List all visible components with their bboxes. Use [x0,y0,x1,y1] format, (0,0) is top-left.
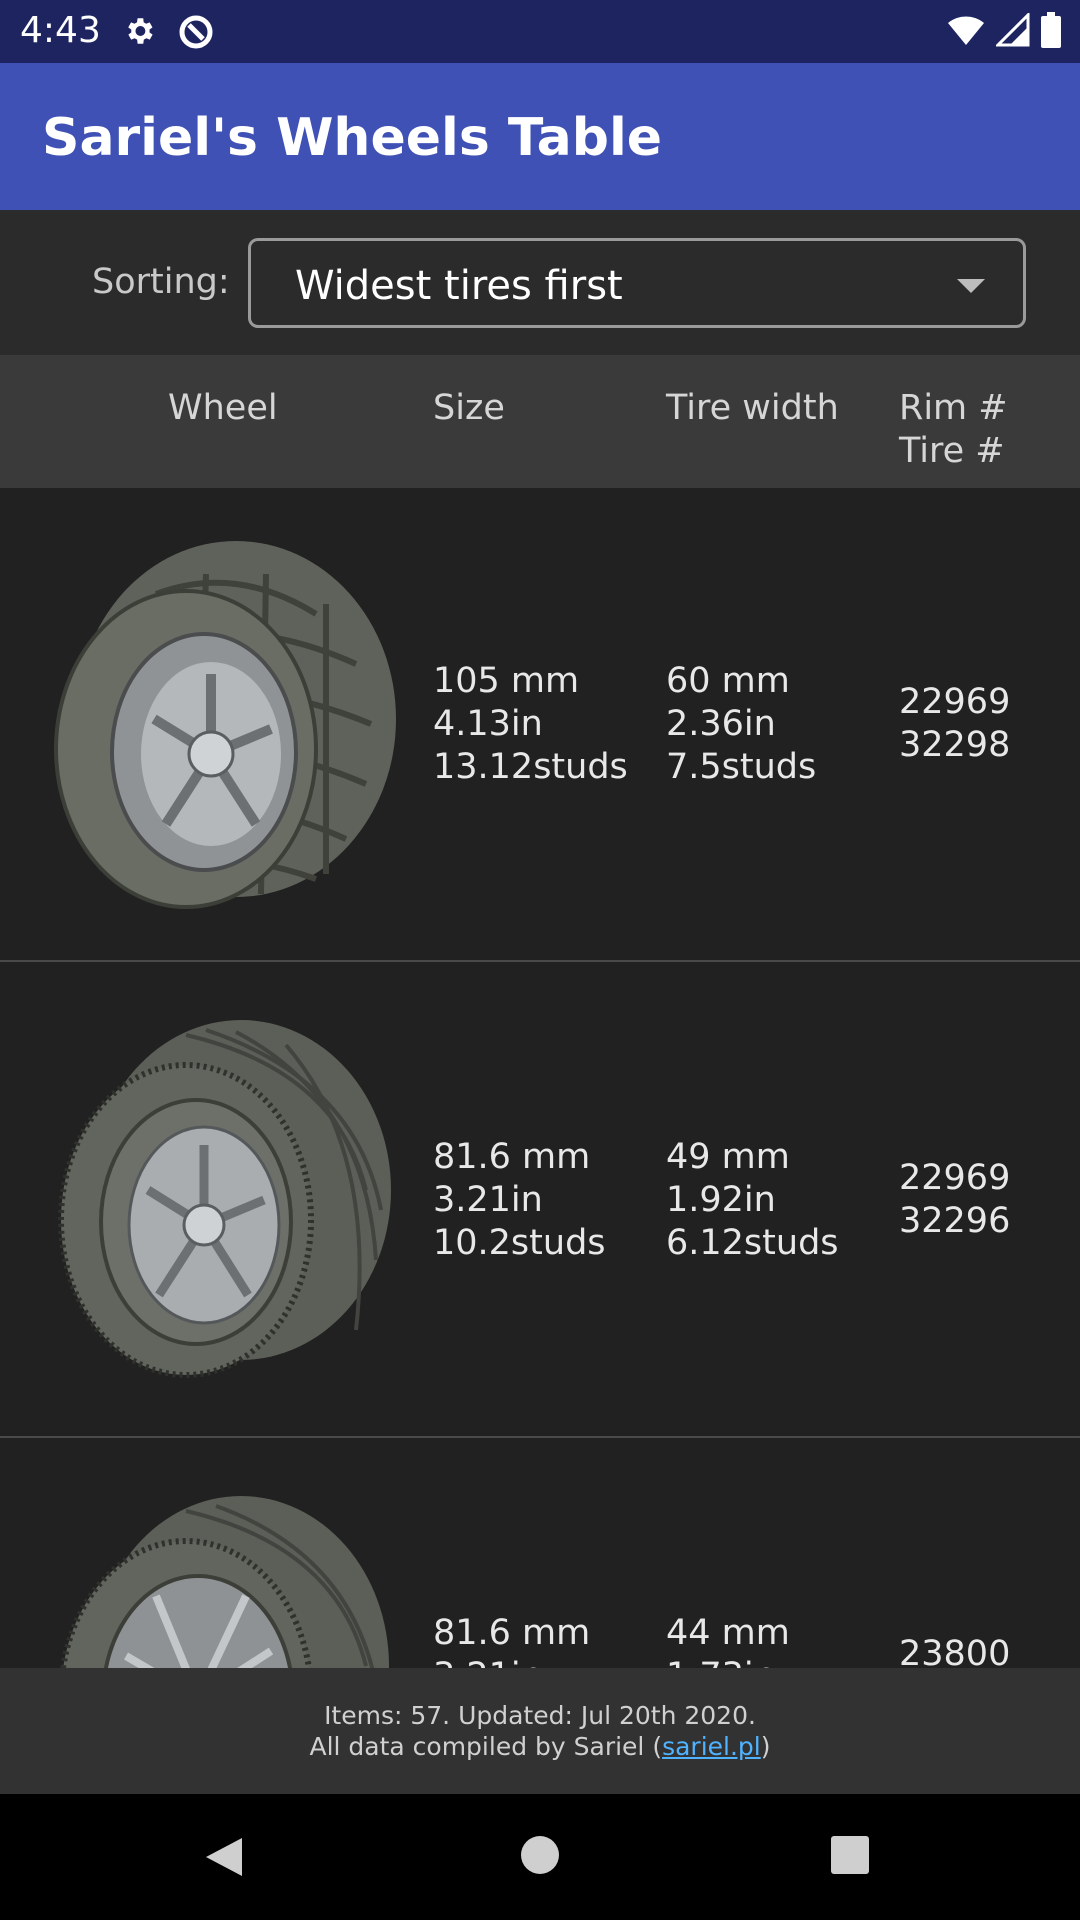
data-saver-icon [176,12,216,56]
wheel-image [54,541,396,909]
table-row[interactable]: 105 mm 4.13in 13.12studs 60 mm 2.36in 7.… [0,488,1080,962]
column-header-part-numbers: Rim # Tire # [899,387,1008,473]
navigation-bar [0,1794,1080,1920]
wheel-image [58,1020,391,1378]
tire-number: 32296 [899,1201,1011,1241]
chevron-down-icon [957,279,985,293]
wheel-image [60,1496,389,1668]
column-header-tire: Tire # [899,431,1005,471]
home-icon[interactable] [521,1836,559,1874]
size-studs: 10.2studs [433,1223,606,1263]
sorting-label: Sorting: [92,262,230,302]
footer: Items: 57. Updated: Jul 20th 2020. All d… [0,1668,1080,1794]
footer-credits-suffix: ) [760,1732,771,1761]
tire-number: 32298 [899,725,1011,765]
app-bar: Sariel's Wheels Table [0,63,1080,210]
size-in: 4.13in [433,704,543,744]
size-cell: 81.6 mm 3.21in [433,1612,590,1668]
width-studs: 7.5studs [666,747,817,787]
column-header-wheel: Wheel [168,388,278,428]
column-header-rim: Rim # [899,388,1008,428]
tire-width-cell: 60 mm 2.36in 7.5studs [666,660,816,789]
column-header-size: Size [433,388,505,428]
footer-credits-prefix: All data compiled by Sariel ( [309,1732,663,1761]
recent-apps-icon[interactable] [831,1836,869,1874]
column-header-tire-width: Tire width [666,388,839,428]
size-mm: 105 mm [433,661,580,701]
sariel-link[interactable]: sariel.pl [662,1732,761,1761]
table-header: Wheel Size Tire width Rim # Tire # [0,355,1080,488]
width-mm: 44 mm [666,1613,790,1653]
size-cell: 81.6 mm 3.21in 10.2studs [433,1136,606,1265]
part-numbers-cell: 23800 [899,1633,1010,1668]
status-bar: 4:43 [0,0,1080,63]
width-studs: 6.12studs [666,1223,839,1263]
footer-credits: All data compiled by Sariel (sariel.pl) [0,1731,1080,1762]
tire-width-cell: 49 mm 1.92in 6.12studs [666,1136,839,1265]
size-cell: 105 mm 4.13in 13.12studs [433,660,628,789]
page-title: Sariel's Wheels Table [42,108,663,168]
footer-items-updated: Items: 57. Updated: Jul 20th 2020. [324,1701,756,1730]
part-numbers-cell: 22969 32298 [899,681,1010,767]
sorting-selected-value: Widest tires first [295,263,623,309]
sorting-dropdown[interactable]: Widest tires first [248,238,1026,328]
battery-icon [1040,12,1062,52]
size-mm: 81.6 mm [433,1137,591,1177]
width-in: 1.73in [666,1655,790,1668]
status-time: 4:43 [20,10,101,51]
width-mm: 49 mm [666,1137,790,1177]
wifi-icon [946,13,986,51]
part-numbers-cell: 22969 32296 [899,1157,1010,1243]
size-in: 3.21in [433,1655,590,1668]
status-icons [946,11,1062,52]
size-mm: 81.6 mm [433,1613,591,1653]
width-mm: 60 mm [666,661,790,701]
rim-number: 22969 [899,682,1011,722]
sorting-row: Sorting: Widest tires first [0,210,1080,355]
tire-width-cell: 44 mm 1.73in [666,1612,790,1668]
size-studs: 13.12studs [433,747,628,787]
signal-icon [994,11,1030,51]
rim-number: 22969 [899,1158,1011,1198]
table-row[interactable]: 81.6 mm 3.21in 44 mm 1.73in 23800 [0,1440,1080,1668]
wheel-list[interactable]: 105 mm 4.13in 13.12studs 60 mm 2.36in 7.… [0,488,1080,1668]
rim-number: 23800 [899,1634,1011,1668]
width-in: 2.36in [666,704,776,744]
width-in: 1.92in [666,1180,776,1220]
back-icon[interactable] [204,1836,244,1882]
gear-icon [122,14,156,52]
size-in: 3.21in [433,1180,543,1220]
table-row[interactable]: 81.6 mm 3.21in 10.2studs 49 mm 1.92in 6.… [0,964,1080,1438]
